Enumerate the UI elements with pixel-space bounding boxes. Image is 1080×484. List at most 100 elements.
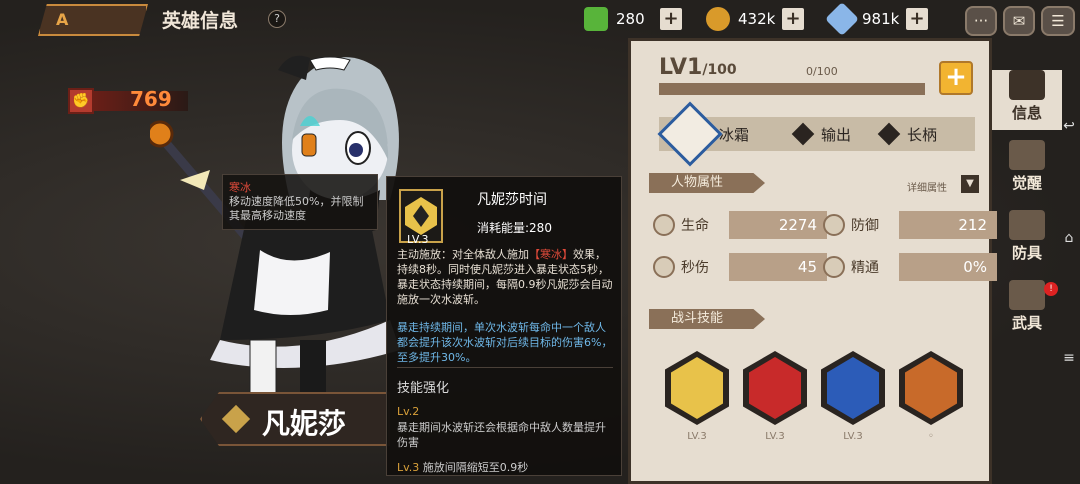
enhance-lv3: Lv.3 施放间隔缩短至0.9秒 (397, 459, 528, 475)
stat-mastery: 精通 0% (823, 253, 997, 281)
skill-slot-3[interactable] (821, 351, 885, 425)
exp-bar (659, 83, 925, 95)
back-label: A (56, 10, 69, 29)
tab-weapon[interactable]: 武具 ! (992, 280, 1062, 340)
crystal-icon (825, 2, 859, 36)
armor-icon (1009, 210, 1045, 240)
hero-tags: 冰霜 输出 长柄 (657, 101, 975, 167)
back-nav-icon[interactable]: ↩ (1060, 118, 1078, 136)
stat-def-value: 212 (899, 211, 997, 239)
green-gem-icon (584, 7, 608, 31)
chevron-down-icon[interactable]: ▼ (961, 175, 979, 193)
class-emblem-icon (221, 404, 251, 434)
skill-2-level: LV.3 (765, 431, 785, 442)
skill-slot-4[interactable] (899, 351, 963, 425)
skill-slot-1[interactable] (665, 351, 729, 425)
enhance-title: 技能强化 (397, 381, 450, 396)
hero-level: LV1/100 (659, 55, 737, 80)
hero-name-plate: 凡妮莎 (200, 392, 390, 446)
skill-title: 凡妮莎时间 (477, 192, 547, 208)
exp-text: 0/100 (806, 65, 838, 78)
tag-weapon: 长柄 (877, 122, 938, 146)
tab-armor-label: 防具 (1011, 244, 1042, 262)
book-icon (1009, 70, 1045, 100)
shield-icon (823, 214, 845, 236)
stat-dps-label: 秒伤 (681, 260, 709, 276)
tag-role-label: 输出 (821, 125, 852, 144)
skill-3-level: LV.3 (843, 431, 863, 442)
skills-section-title: 战斗技能 (649, 309, 765, 329)
stat-def-label: 防御 (851, 218, 879, 234)
hero-info-panel: LV1/100 0/100 + 冰霜 输出 长柄 人物属性 详细属性 ▼ 生命 … (628, 38, 997, 484)
status-desc: 移动速度降低50%，并限制其最高移动速度 (229, 195, 364, 222)
tag-role: 输出 (791, 122, 852, 146)
help-icon[interactable]: ? (268, 10, 286, 28)
top-bar: A 英雄信息 ? 280 + 432k + 981k + ··· ✉ ☰ (0, 0, 1080, 40)
gold-value: 432k (738, 10, 776, 28)
stat-hp-label: 生命 (681, 218, 709, 234)
tab-armor[interactable]: 防具 (992, 210, 1062, 270)
tab-awaken[interactable]: 觉醒 (992, 140, 1062, 200)
skill-4-level: ◦ (928, 431, 934, 442)
level-value: LV1 (659, 55, 703, 80)
skill-desc-highlight: 【寒冰】 (529, 248, 573, 261)
status-name: 寒冰 (229, 181, 251, 194)
chat-button[interactable]: ··· (965, 6, 997, 36)
skill-level: LV.3 (407, 233, 429, 246)
crystal-value: 981k (862, 10, 900, 28)
stat-def: 防御 212 (823, 211, 997, 239)
resource-green-gem: 280 + (584, 5, 682, 33)
role-icon (791, 122, 815, 146)
hero-name: 凡妮莎 (262, 407, 347, 440)
attr-section-title: 人物属性 (649, 173, 765, 193)
tab-weapon-label: 武具 (1011, 314, 1042, 332)
skill-3-icon (827, 357, 879, 419)
stat-dps-value: 45 (729, 253, 827, 281)
tag-element: 冰霜 (719, 123, 749, 145)
tag-element-label: 冰霜 (719, 125, 750, 144)
skill-slot-2[interactable] (743, 351, 807, 425)
mail-button[interactable]: ✉ (1003, 6, 1035, 36)
stat-mastery-label: 精通 (851, 260, 879, 276)
detail-attr-link[interactable]: 详细属性 (907, 179, 947, 194)
skill-desc-prefix: 主动施放：对全体敌人施加 (397, 248, 529, 261)
weapon-tab-icon (1009, 280, 1045, 310)
back-button[interactable]: A (38, 4, 148, 36)
skill-1-level: LV.3 (687, 431, 707, 442)
skill-4-icon (905, 357, 957, 419)
weapon-icon (877, 122, 901, 146)
skill-description: 主动施放：对全体敌人施加【寒冰】效果，持续8秒。同时使凡妮莎进入暴走状态5秒，暴… (397, 247, 613, 307)
heart-icon (653, 214, 675, 236)
stat-mastery-value: 0% (899, 253, 997, 281)
menu-nav-icon[interactable]: ≡ (1060, 350, 1078, 368)
fist-icon: ✊ (68, 88, 94, 114)
skill-tooltip: LV.3 凡妮莎时间 消耗能量:280 主动施放：对全体敌人施加【寒冰】效果，持… (386, 176, 622, 476)
tag-weapon-label: 长柄 (907, 125, 938, 144)
resource-gold: 432k + (706, 5, 804, 33)
menu-button[interactable]: ☰ (1041, 6, 1075, 36)
enhance-lv2-desc: 暴走期间水波斩还会根据命中敌人数量提升伤害 (397, 421, 606, 449)
side-tabs: 信息 觉醒 防具 武具 ! (992, 64, 1062, 484)
awaken-icon (1009, 140, 1045, 170)
home-nav-icon[interactable]: ⌂ (1060, 230, 1078, 248)
green-gem-value: 280 (616, 10, 645, 28)
element-icon (657, 101, 723, 167)
stat-hp: 生命 2274 (653, 211, 827, 239)
game-screen: A 英雄信息 ? 280 + 432k + 981k + ··· ✉ ☰ ✊ 7… (0, 0, 1080, 484)
tab-info[interactable]: 信息 (992, 70, 1062, 130)
skill-2-icon (749, 357, 801, 419)
gold-coin-icon (706, 7, 730, 31)
add-gold-button[interactable]: + (782, 8, 804, 30)
skill-cost: 消耗能量:280 (477, 221, 552, 235)
enhance-lv3-label: Lv.3 (397, 461, 420, 474)
mastery-icon (823, 256, 845, 278)
status-tooltip: 寒冰 移动速度降低50%，并限制其最高移动速度 (222, 174, 378, 230)
level-max: /100 (702, 62, 737, 78)
level-up-button[interactable]: + (939, 61, 973, 95)
add-green-gem-button[interactable]: + (660, 8, 682, 30)
stat-dps: 秒伤 45 (653, 253, 827, 281)
enhance-lv3-desc: 施放间隔缩短至0.9秒 (422, 461, 529, 474)
page-title: 英雄信息 (162, 10, 239, 32)
notification-badge: ! (1044, 282, 1058, 296)
add-crystal-button[interactable]: + (906, 8, 928, 30)
